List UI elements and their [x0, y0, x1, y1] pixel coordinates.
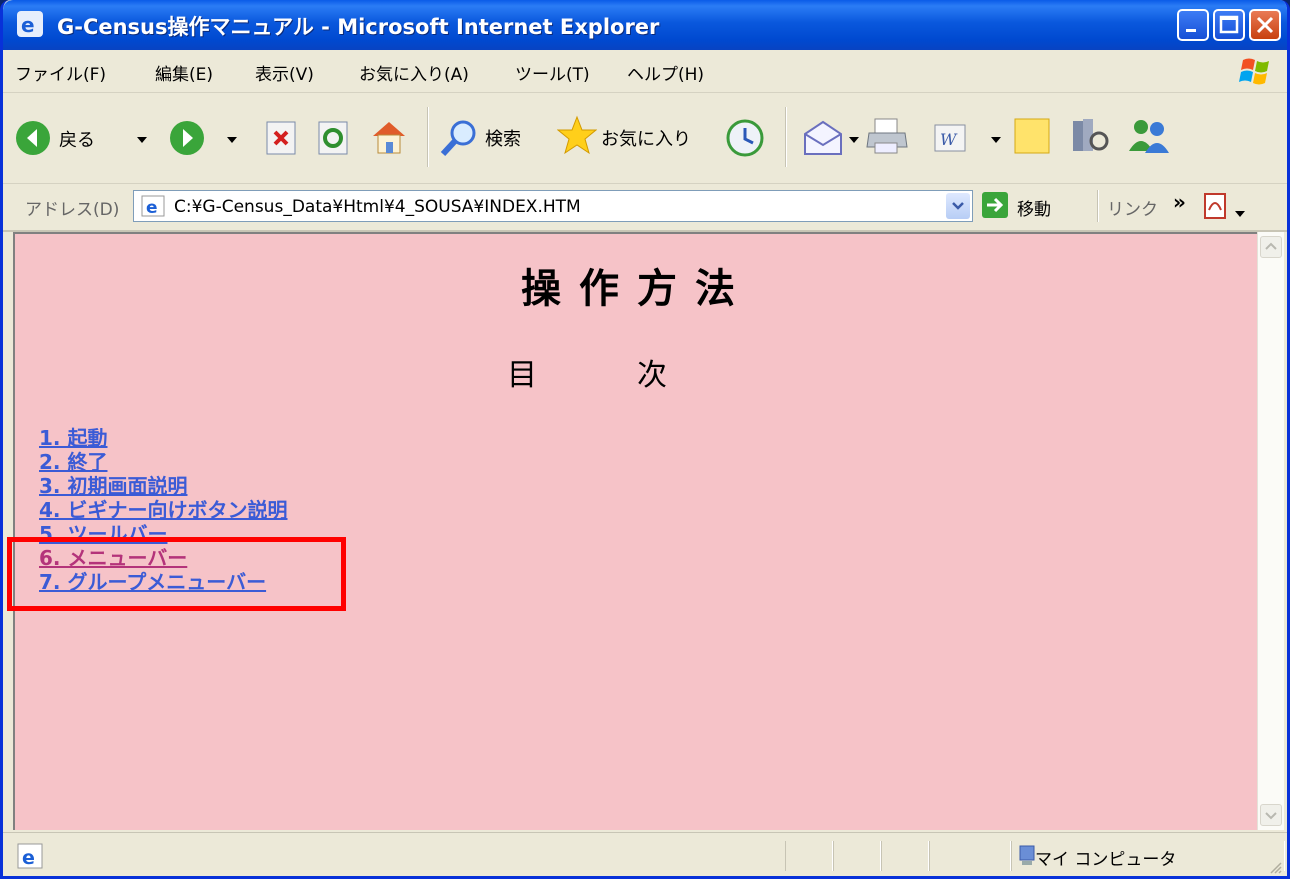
history-icon [726, 119, 764, 157]
annotation-highlight-box [7, 537, 346, 611]
edit-dropdown-icon[interactable] [991, 130, 1001, 149]
title-bar[interactable]: e G-Census操作マニュアル - Microsoft Internet E… [3, 0, 1287, 50]
page-icon: e [141, 195, 165, 218]
back-dropdown-icon[interactable] [137, 130, 147, 149]
menu-view[interactable]: 表示(V) [255, 60, 314, 85]
maximize-button[interactable] [1213, 9, 1245, 41]
scroll-up-button[interactable] [1260, 236, 1282, 258]
windows-logo-icon [1239, 56, 1275, 86]
toolbar-separator [427, 107, 429, 167]
menu-tools[interactable]: ツール(T) [515, 60, 590, 85]
discuss-button[interactable] [1013, 115, 1053, 161]
printer-icon [866, 118, 908, 154]
chevron-down-icon [952, 202, 964, 210]
home-icon [373, 122, 405, 154]
toc-link-initial-screen[interactable]: 3. 初期画面説明 [39, 474, 187, 498]
pdf-dropdown-icon[interactable] [1235, 204, 1245, 223]
forward-dropdown-icon[interactable] [227, 130, 237, 149]
svg-text:W: W [940, 130, 958, 149]
refresh-icon [318, 121, 348, 155]
favorites-label: お気に入り [601, 129, 691, 150]
address-bar: アドレス(D) e C:¥G-Census_Data¥Html¥4_SOUSA¥… [3, 184, 1287, 232]
ie-page-icon: e [17, 11, 43, 37]
address-separator [1097, 190, 1099, 222]
stop-icon [266, 121, 296, 155]
go-label: 移動 [1017, 200, 1051, 220]
links-more-icon[interactable]: » [1173, 190, 1186, 214]
status-panel [833, 841, 881, 871]
back-label: 戻る [59, 130, 95, 151]
search-button[interactable]: 検索 [439, 118, 521, 162]
status-bar: e マイ コンピュータ [3, 832, 1287, 876]
pdf-button[interactable] [1203, 192, 1229, 224]
window-title: G-Census操作マニュアル - Microsoft Internet Exp… [57, 15, 660, 39]
mail-dropdown-icon[interactable] [849, 130, 859, 149]
print-button[interactable] [865, 115, 909, 161]
my-computer-icon [1019, 845, 1035, 865]
address-label: アドレス(D) [25, 200, 120, 220]
search-icon [440, 120, 476, 157]
messenger-button[interactable] [1127, 115, 1171, 161]
resize-grip-icon [1270, 862, 1282, 874]
go-arrow-icon [982, 192, 1008, 218]
chevron-up-icon [1265, 242, 1277, 250]
chevron-down-icon [1265, 812, 1277, 820]
menu-bar: ファイル(F) 編集(E) 表示(V) お気に入り(A) ツール(T) ヘルプ(… [3, 50, 1287, 93]
stop-button[interactable] [265, 120, 299, 160]
browser-window: e G-Census操作マニュアル - Microsoft Internet E… [0, 0, 1290, 879]
address-input[interactable]: e C:¥G-Census_Data¥Html¥4_SOUSA¥INDEX.HT… [133, 190, 973, 222]
status-zone-label: マイ コンピュータ [1035, 850, 1177, 870]
toc-link-startup[interactable]: 1. 起動 [39, 426, 107, 450]
toc-item: 1. 起動 [39, 426, 287, 450]
back-arrow-icon [16, 121, 50, 155]
go-button[interactable]: 移動 [981, 191, 1051, 223]
minimize-button[interactable] [1177, 9, 1209, 41]
ie-status-icon: e [17, 843, 43, 869]
mail-button[interactable] [801, 118, 845, 162]
word-edit-icon: W [934, 124, 966, 152]
svg-text:e: e [21, 13, 35, 37]
menu-file[interactable]: ファイル(F) [15, 60, 106, 85]
vertical-scrollbar[interactable] [1257, 232, 1284, 830]
research-button[interactable] [1071, 115, 1111, 161]
status-panel [881, 841, 929, 871]
close-button[interactable] [1249, 9, 1281, 41]
forward-button[interactable] [169, 120, 205, 160]
pdf-icon [1204, 193, 1226, 219]
messenger-icon [1129, 120, 1169, 153]
edit-button[interactable]: W [933, 121, 969, 159]
mail-icon [804, 120, 842, 155]
toc-item: 4. ビギナー向けボタン説明 [39, 498, 287, 522]
page-content: 操作方法 目次 1. 起動 2. 終了 3. 初期画面説明 4. ビギナー向けボ… [13, 232, 1257, 830]
menu-edit[interactable]: 編集(E) [155, 60, 213, 85]
search-label: 検索 [485, 129, 521, 150]
svg-text:e: e [22, 847, 35, 869]
address-value: C:¥G-Census_Data¥Html¥4_SOUSA¥INDEX.HTM [174, 197, 581, 217]
back-button[interactable]: 戻る [15, 120, 95, 160]
toc-item: 2. 終了 [39, 450, 287, 474]
toc-title: 目次 [507, 358, 767, 393]
menu-favorites[interactable]: お気に入り(A) [359, 60, 469, 85]
links-label[interactable]: リンク [1107, 195, 1158, 220]
refresh-button[interactable] [317, 120, 351, 160]
svg-text:e: e [146, 198, 158, 218]
toc-link-exit[interactable]: 2. 終了 [39, 450, 107, 474]
toc-link-beginner-buttons[interactable]: 4. ビギナー向けボタン説明 [39, 498, 287, 522]
forward-arrow-icon [170, 121, 204, 155]
favorites-star-icon [556, 115, 598, 155]
standard-toolbar: 戻る 検索 お気に入り W [3, 93, 1287, 184]
status-panel [929, 841, 1011, 871]
toc-item: 3. 初期画面説明 [39, 474, 287, 498]
scroll-down-button[interactable] [1260, 804, 1282, 826]
home-button[interactable] [369, 118, 409, 160]
history-button[interactable] [725, 118, 765, 162]
note-icon [1014, 118, 1050, 154]
status-panel [785, 841, 833, 871]
page-title: 操作方法 [521, 266, 753, 312]
toolbar-separator [785, 107, 787, 167]
favorites-button[interactable]: お気に入り [556, 115, 691, 159]
menu-help[interactable]: ヘルプ(H) [627, 60, 704, 85]
research-icon [1073, 119, 1109, 151]
address-dropdown-button[interactable] [946, 193, 970, 219]
